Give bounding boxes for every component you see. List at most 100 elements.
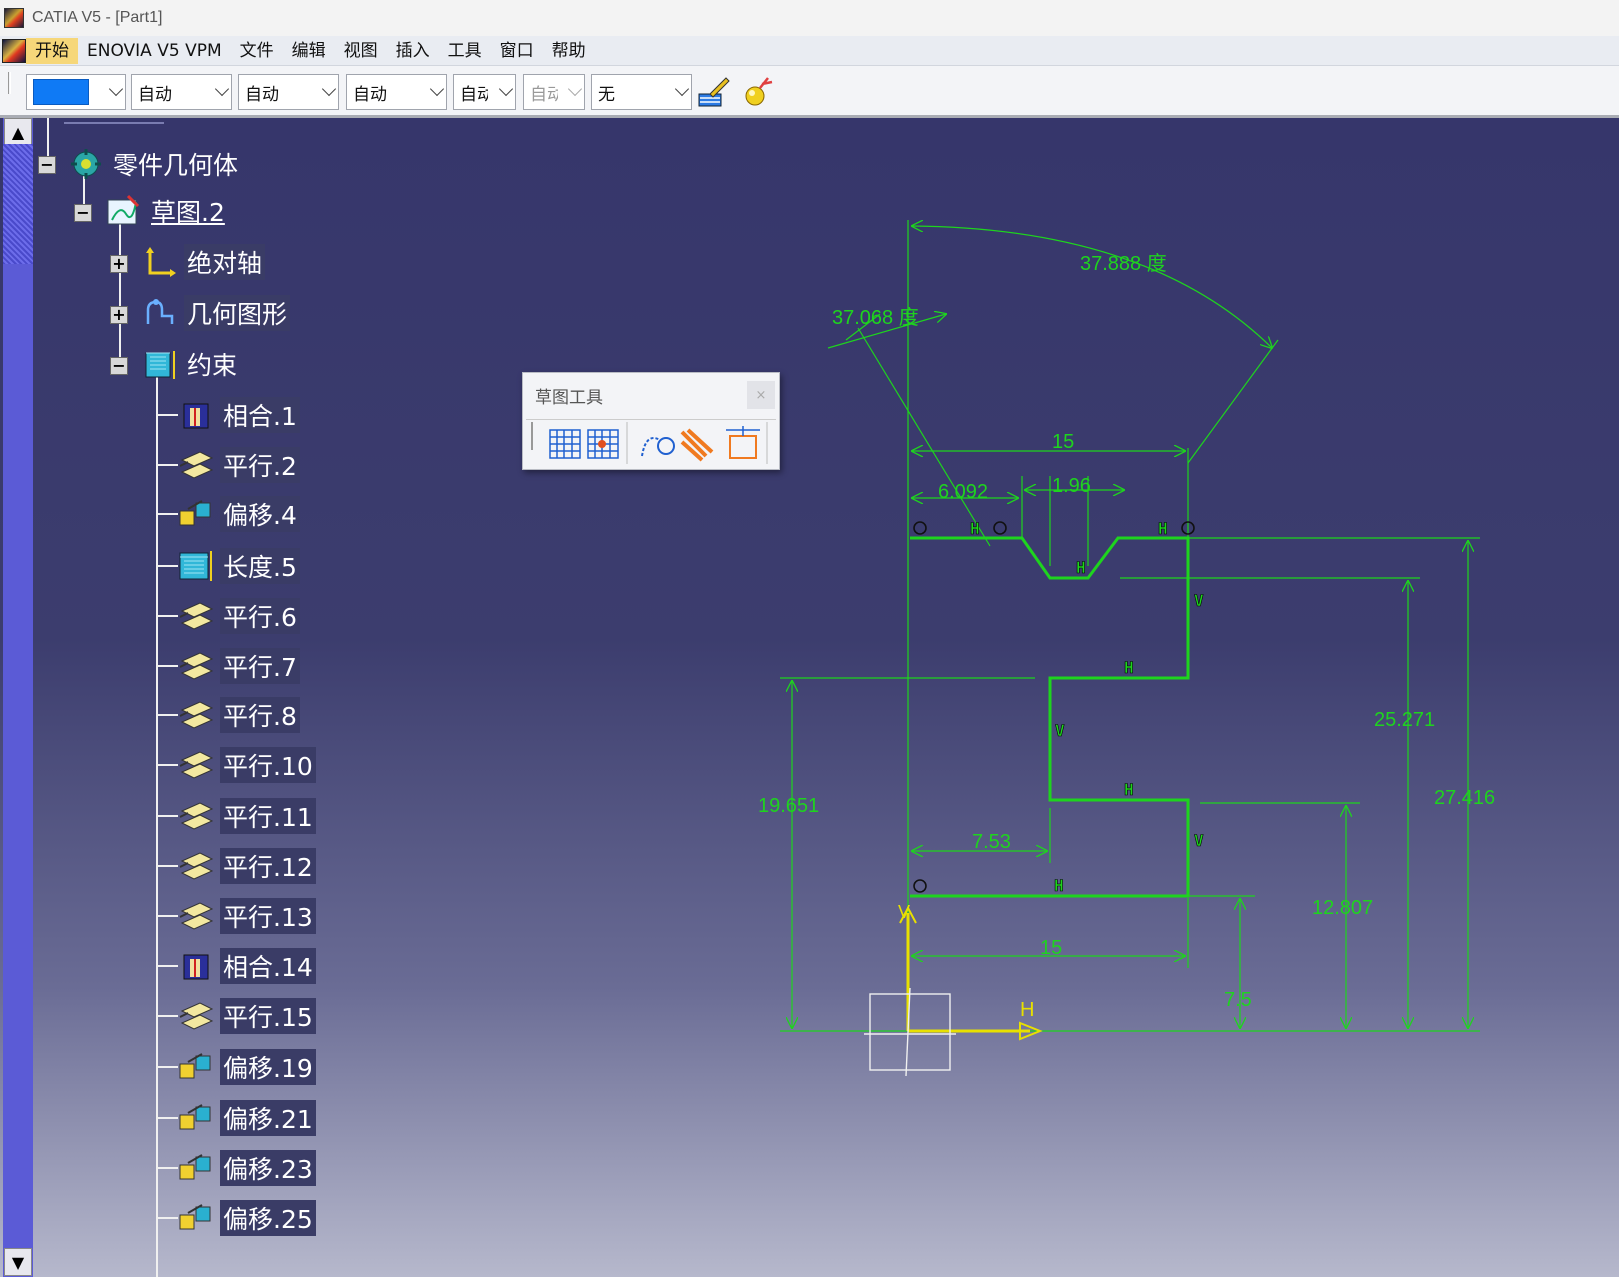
tree-label: 偏移.19 xyxy=(220,1049,316,1085)
tree-label: 平行.2 xyxy=(220,447,300,483)
color-swatch xyxy=(33,79,89,105)
geometrical-constraints-icon[interactable] xyxy=(680,428,714,462)
menu-help[interactable]: 帮助 xyxy=(543,38,595,64)
parallel-constraint-icon xyxy=(179,852,214,880)
tree-label: 平行.13 xyxy=(220,898,316,934)
menu-file[interactable]: 文件 xyxy=(231,38,283,64)
properties-icon[interactable] xyxy=(740,74,776,110)
tree-node-constraint[interactable]: 平行.10 xyxy=(178,746,316,784)
tree-node-constraint[interactable]: 平行.15 xyxy=(178,997,316,1035)
tree-node-constraint[interactable]: 偏移.19 xyxy=(178,1048,316,1086)
toolbar-grip[interactable] xyxy=(8,72,11,94)
sketch-profile[interactable] xyxy=(910,536,1190,898)
point-type-combo[interactable]: 自动 xyxy=(453,74,516,110)
dimension-label[interactable]: 15 xyxy=(1040,937,1062,959)
menu-window[interactable]: 窗口 xyxy=(491,38,543,64)
dimension-label[interactable]: 27.416 xyxy=(1434,787,1495,809)
parallel-constraint-icon xyxy=(179,602,214,630)
combo-value: 自动 xyxy=(530,84,558,105)
parallel-constraint-icon xyxy=(179,902,214,930)
menu-insert[interactable]: 插入 xyxy=(387,38,439,64)
dimension-label[interactable]: 1.96 xyxy=(1052,475,1091,497)
tree-label: 相合.1 xyxy=(220,397,300,433)
tree-node-constraint[interactable]: 平行.6 xyxy=(178,597,300,635)
extension-line xyxy=(1187,339,1279,464)
tree-node-constraint[interactable]: 偏移.25 xyxy=(178,1199,316,1237)
transparency-combo[interactable]: 自动 xyxy=(131,74,232,110)
dimension-label[interactable]: 25.271 xyxy=(1374,709,1435,731)
dimension-label[interactable]: 7.5 xyxy=(1224,989,1252,1011)
construction-element-icon[interactable] xyxy=(641,437,675,457)
tree-node-constraint[interactable]: 平行.8 xyxy=(178,696,300,734)
tree-connector xyxy=(156,815,178,817)
sketch-tools-palette[interactable]: 草图工具 × xyxy=(522,372,780,470)
color-combo[interactable] xyxy=(26,74,126,110)
vertical-constraint-label: V xyxy=(1194,591,1204,610)
combo-value: 自动 xyxy=(138,84,172,105)
line-type-combo[interactable]: 自动 xyxy=(346,74,447,110)
tree-node-constraint[interactable]: 平行.7 xyxy=(178,647,300,685)
tree-node-constraint[interactable]: 偏移.4 xyxy=(178,495,300,533)
dimension-label[interactable]: 6.092 xyxy=(938,481,988,503)
offset-constraint-icon xyxy=(179,1104,211,1130)
tree-node-constraint[interactable]: 平行.12 xyxy=(178,847,316,885)
dimension-label[interactable]: 7.53 xyxy=(972,831,1011,853)
tree-connector xyxy=(156,414,178,416)
graphic-properties-toolbar: 自动 自动 自动 自动 自动 无 xyxy=(0,66,1619,118)
tree-connector xyxy=(156,965,178,967)
tree-connector xyxy=(156,464,178,466)
vertical-constraint-label: V xyxy=(1055,721,1065,740)
chevron-down-icon xyxy=(321,81,337,97)
tree-connector xyxy=(156,915,178,917)
tree-label: 偏移.4 xyxy=(220,496,300,532)
chevron-down-icon xyxy=(674,81,690,97)
painter-brush-icon[interactable] xyxy=(696,74,732,110)
parallel-constraint-icon xyxy=(179,701,214,729)
horizontal-constraint-label: H xyxy=(1158,519,1168,538)
dimension-label[interactable]: 37.888 度 xyxy=(1080,252,1167,275)
tree-node-constraint[interactable]: 偏移.21 xyxy=(178,1099,316,1137)
close-icon[interactable]: × xyxy=(747,381,775,409)
coincidence-symbol-icon xyxy=(913,521,927,535)
menu-edit[interactable]: 编辑 xyxy=(283,38,335,64)
tree-node-constraint[interactable]: 偏移.23 xyxy=(178,1149,316,1187)
dimension-label[interactable]: 12.807 xyxy=(1312,897,1373,919)
parallel-constraint-icon xyxy=(179,802,214,830)
menu-start[interactable]: 开始 xyxy=(26,37,78,64)
tree-connector xyxy=(156,1117,178,1119)
chevron-down-icon xyxy=(214,81,230,97)
tree-node-constraint[interactable]: 平行.2 xyxy=(178,446,300,484)
offset-constraint-icon xyxy=(179,1154,211,1180)
tree-node-constraint[interactable]: 相合.14 xyxy=(178,947,316,985)
chevron-down-icon xyxy=(108,81,124,97)
menu-view[interactable]: 视图 xyxy=(335,38,387,64)
tree-label: 偏移.23 xyxy=(220,1150,316,1186)
dimension-label[interactable]: 37.068 度 xyxy=(832,306,919,329)
tree-connector xyxy=(156,1066,178,1068)
horizontal-constraint-label: H xyxy=(1076,558,1086,577)
dimension-label[interactable]: 19.651 xyxy=(758,795,819,817)
tree-node-constraint[interactable]: 长度.5 xyxy=(178,547,300,585)
axis-h-label: H xyxy=(1020,999,1034,1021)
catia-logo-icon xyxy=(4,8,24,28)
dimensional-constraints-icon[interactable] xyxy=(726,426,760,459)
tree-connector xyxy=(156,714,178,716)
tree-node-constraint[interactable]: 平行.13 xyxy=(178,897,316,935)
dimension-label[interactable]: 15 xyxy=(1052,431,1074,453)
snap-to-point-icon[interactable] xyxy=(587,429,619,459)
length-constraint-icon xyxy=(179,551,212,581)
tree-connector xyxy=(156,1167,178,1169)
offset-constraint-icon xyxy=(179,500,211,526)
tree-node-constraint[interactable]: 平行.11 xyxy=(178,797,316,835)
catia-menu-icon[interactable] xyxy=(2,38,26,63)
workspace-3d-view[interactable]: ▲ ▼ − − + + − 零件几何体 草图.2 绝对轴 几何图形 约束 H H… xyxy=(0,118,1619,1277)
tree-label: 平行.15 xyxy=(220,998,316,1034)
tree-node-constraint[interactable]: 相合.1 xyxy=(178,396,300,434)
layer-combo[interactable]: 无 xyxy=(591,74,692,110)
menu-enovia[interactable]: ENOVIA V5 VPM xyxy=(78,38,231,64)
grid-icon[interactable] xyxy=(549,429,581,459)
tree-label: 平行.8 xyxy=(220,697,300,733)
menu-tools[interactable]: 工具 xyxy=(439,38,491,64)
angle-dimension-arc xyxy=(912,226,1272,348)
line-thickness-combo[interactable]: 自动 xyxy=(238,74,339,110)
